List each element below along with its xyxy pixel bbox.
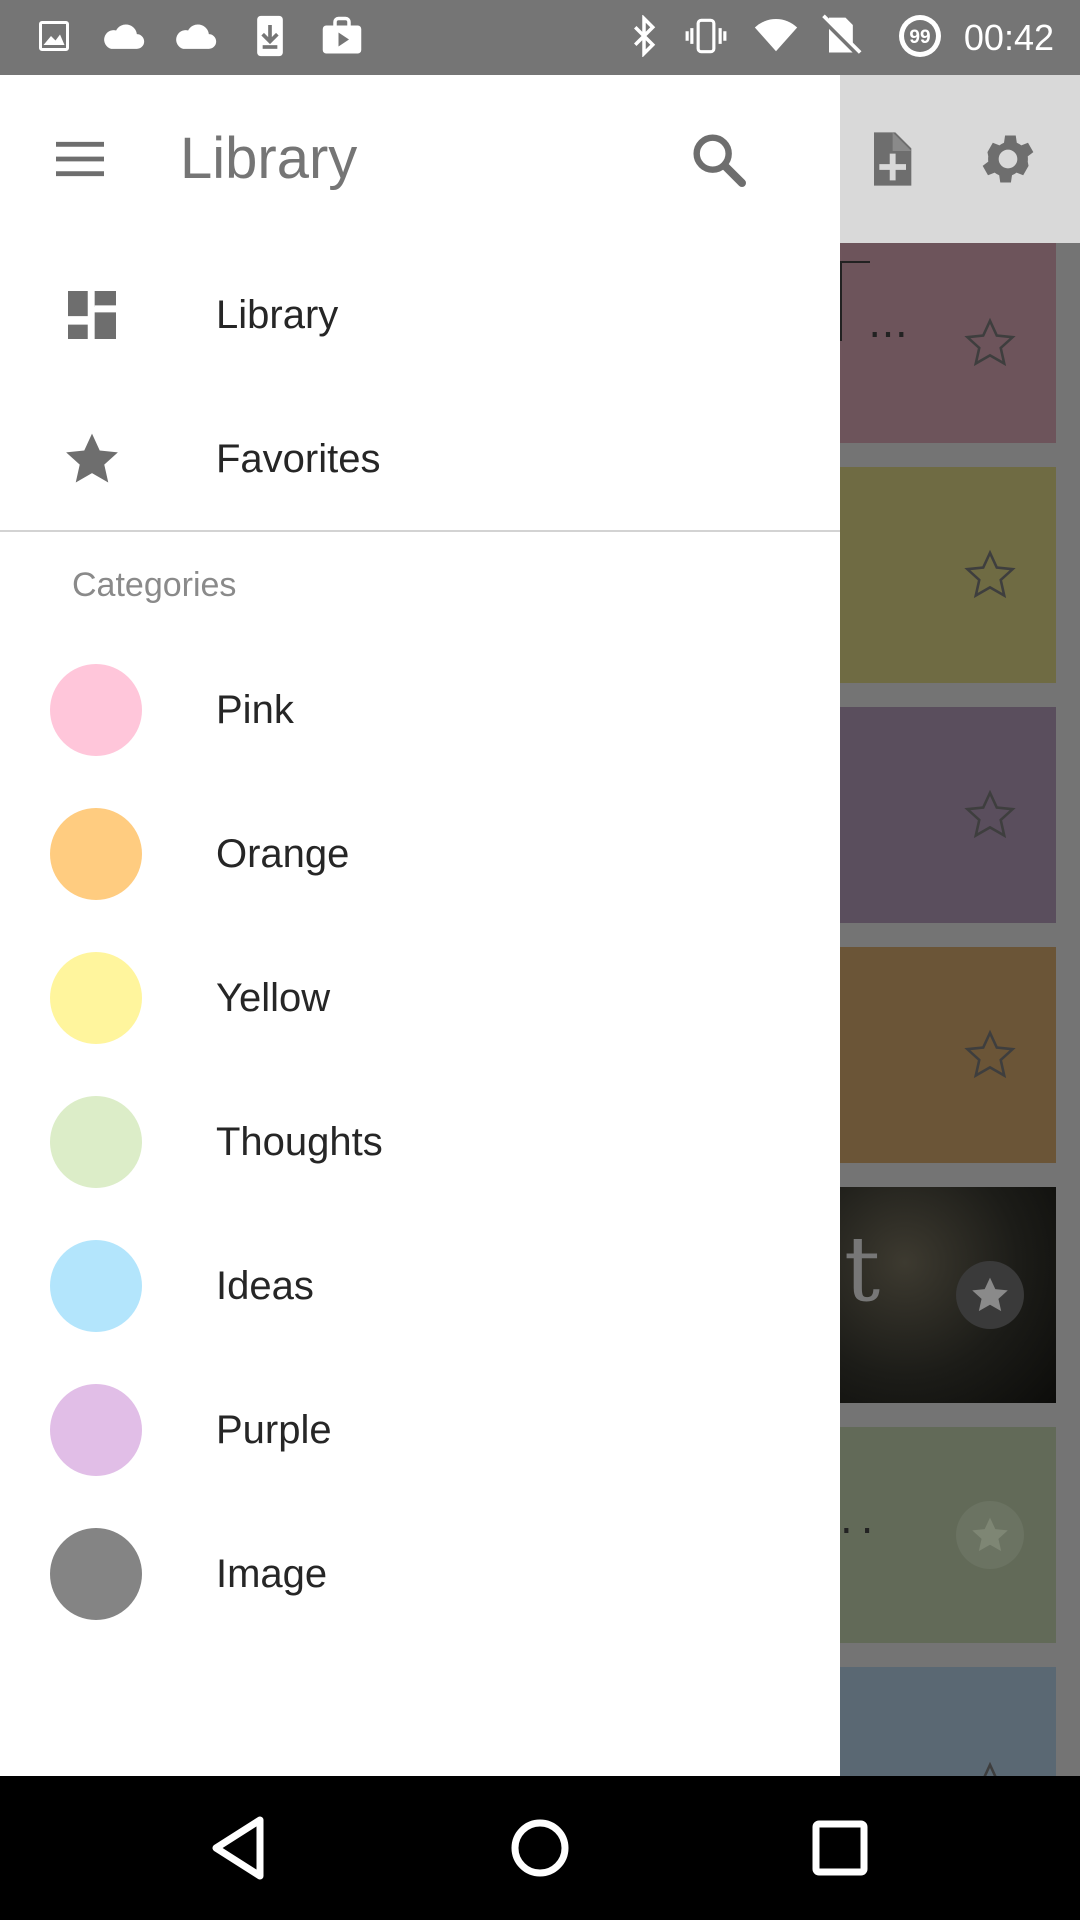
new-note-icon[interactable]: [858, 127, 922, 191]
star-icon: [60, 427, 124, 491]
note-text: …: [868, 301, 916, 347]
bluetooth-icon: [622, 14, 666, 58]
note-text: t: [844, 1217, 881, 1322]
color-dot-icon: [50, 952, 142, 1044]
wifi-icon: [754, 14, 798, 58]
recents-icon[interactable]: [800, 1808, 880, 1888]
note-graphic: [840, 261, 842, 341]
section-header-categories: Categories: [72, 566, 237, 604]
nav-item-favorites[interactable]: Favorites: [0, 387, 840, 531]
color-dot-icon: [50, 1240, 142, 1332]
navigation-drawer: Library Library Favorites Categories Pin…: [0, 75, 840, 1776]
vibrate-icon: [684, 14, 728, 58]
drawer-title: Library: [180, 126, 358, 191]
color-dot-icon: [50, 1096, 142, 1188]
note-card[interactable]: [840, 1667, 1056, 1776]
battery-level: 99: [909, 27, 930, 48]
background-toolbar: [840, 75, 1080, 243]
category-label: Image: [216, 1552, 328, 1596]
divider: [0, 530, 840, 532]
cloud-icon: [102, 14, 146, 58]
nav-item-label: Library: [216, 293, 339, 337]
note-graphic: [840, 261, 870, 263]
star-outline-icon[interactable]: [962, 1759, 1018, 1776]
back-icon[interactable]: [200, 1808, 280, 1888]
star-filled-icon[interactable]: [956, 1261, 1024, 1329]
play-store-icon: [320, 14, 364, 58]
note-card[interactable]: [840, 467, 1056, 683]
notes-grid: … t ..: [840, 243, 1080, 1776]
color-dot-icon: [50, 808, 142, 900]
star-outline-icon[interactable]: [962, 787, 1018, 843]
category-label: Orange: [216, 832, 350, 876]
category-label: Ideas: [216, 1264, 314, 1308]
cloud-icon: [174, 14, 218, 58]
note-card[interactable]: ..: [840, 1427, 1056, 1643]
category-item-purple[interactable]: Purple: [0, 1358, 840, 1502]
note-card[interactable]: [840, 947, 1056, 1163]
nav-item-label: Favorites: [216, 437, 381, 481]
category-label: Yellow: [216, 976, 331, 1020]
home-icon[interactable]: [500, 1808, 580, 1888]
star-outline-icon[interactable]: [962, 315, 1018, 371]
no-sim-icon: [818, 14, 862, 58]
nav-item-library[interactable]: Library: [0, 243, 840, 387]
note-card[interactable]: …: [840, 243, 1056, 443]
category-item-ideas[interactable]: Ideas: [0, 1214, 840, 1358]
star-filled-icon[interactable]: [956, 1501, 1024, 1569]
note-text: ..: [840, 1497, 882, 1543]
drawer-header: Library: [0, 75, 840, 243]
category-label: Thoughts: [216, 1120, 383, 1164]
note-card[interactable]: t: [840, 1187, 1056, 1403]
image-icon: [32, 14, 76, 58]
color-dot-icon: [50, 1528, 142, 1620]
menu-icon[interactable]: [48, 127, 112, 191]
category-label: Pink: [216, 688, 294, 732]
category-item-thoughts[interactable]: Thoughts: [0, 1070, 840, 1214]
category-item-yellow[interactable]: Yellow: [0, 926, 840, 1070]
star-outline-icon[interactable]: [962, 547, 1018, 603]
category-item-pink[interactable]: Pink: [0, 638, 840, 782]
color-dot-icon: [50, 1384, 142, 1476]
category-item-image[interactable]: Image: [0, 1502, 840, 1646]
dashboard-icon: [60, 283, 124, 347]
color-dot-icon: [50, 664, 142, 756]
category-item-orange[interactable]: Orange: [0, 782, 840, 926]
system-nav-bar: [0, 1776, 1080, 1920]
note-card[interactable]: [840, 707, 1056, 923]
settings-icon[interactable]: [976, 127, 1040, 191]
category-label: Purple: [216, 1408, 332, 1452]
download-icon: [248, 14, 292, 58]
status-bar: 99 00:42: [0, 0, 1080, 75]
search-icon[interactable]: [686, 127, 750, 191]
star-outline-icon[interactable]: [962, 1027, 1018, 1083]
clock: 00:42: [963, 17, 1054, 58]
battery-saver-icon: 99: [896, 12, 944, 60]
